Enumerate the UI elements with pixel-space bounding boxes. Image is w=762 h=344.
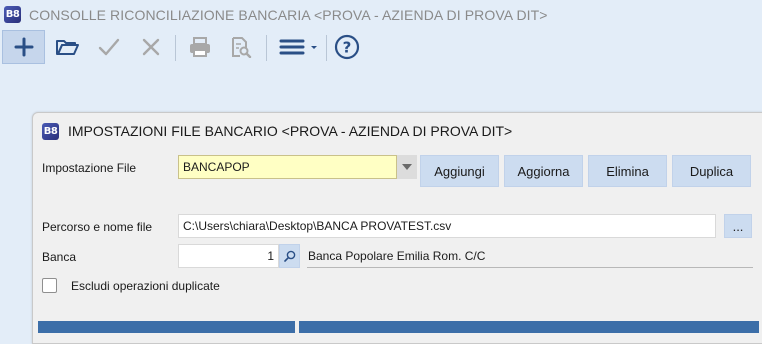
print-preview-icon (232, 37, 252, 58)
hamburger-menu-icon (279, 39, 317, 55)
help-icon: ? (334, 34, 360, 60)
close-icon (142, 38, 160, 56)
add-button[interactable]: Aggiungi (420, 155, 499, 187)
print-preview-button[interactable] (224, 30, 258, 64)
path-input[interactable]: C:\Users\chiara\Desktop\BANCA PROVATEST.… (178, 214, 716, 238)
chevron-down-icon (402, 164, 412, 170)
path-label: Percorso e nome file (42, 220, 153, 234)
new-button[interactable] (2, 30, 45, 64)
printer-icon (190, 37, 210, 57)
bank-code-input[interactable]: 1 (178, 244, 279, 268)
app-title: CONSOLLE RICONCILIAZIONE BANCARIA <PROVA… (29, 7, 548, 23)
print-button[interactable] (183, 30, 217, 64)
svg-text:?: ? (343, 39, 352, 57)
checkmark-icon (98, 38, 120, 56)
bottom-tab-right[interactable] (299, 321, 759, 333)
toolbar-separator (175, 35, 176, 61)
browse-button[interactable]: ... (724, 214, 752, 238)
duplicate-button[interactable]: Duplica (672, 155, 751, 187)
bank-description: Banca Popolare Emilia Rom. C/C (307, 245, 753, 268)
app-logo-icon: B8 (4, 6, 21, 23)
update-button[interactable]: Aggiorna (504, 155, 583, 187)
confirm-button[interactable] (92, 30, 126, 64)
bank-file-settings-dialog: B8 IMPOSTAZIONI FILE BANCARIO <PROVA - A… (32, 112, 762, 344)
bank-search-button[interactable] (279, 244, 300, 268)
dialog-logo-icon: B8 (42, 123, 59, 140)
plus-icon (14, 37, 33, 57)
menu-button[interactable] (274, 30, 322, 64)
open-button[interactable] (50, 30, 84, 64)
toolbar-separator (266, 35, 267, 61)
bottom-tab-left[interactable] (38, 321, 295, 333)
setting-label: Impostazione File (42, 161, 137, 175)
search-icon (283, 250, 295, 262)
setting-dropdown-button[interactable] (397, 155, 417, 179)
toolbar: ? (0, 30, 762, 66)
setting-combo[interactable]: BANCAPOP (178, 155, 397, 179)
bank-label: Banca (42, 250, 77, 264)
help-button[interactable]: ? (330, 30, 364, 64)
dialog-title: IMPOSTAZIONI FILE BANCARIO <PROVA - AZIE… (68, 123, 513, 139)
toolbar-separator (326, 35, 327, 61)
exclude-duplicates-label: Escludi operazioni duplicate (71, 279, 220, 293)
cancel-button[interactable] (134, 30, 168, 64)
delete-button[interactable]: Elimina (588, 155, 667, 187)
app-title-bar: B8 CONSOLLE RICONCILIAZIONE BANCARIA <PR… (0, 0, 762, 32)
exclude-duplicates-checkbox[interactable] (42, 278, 57, 293)
folder-icon (56, 40, 79, 55)
